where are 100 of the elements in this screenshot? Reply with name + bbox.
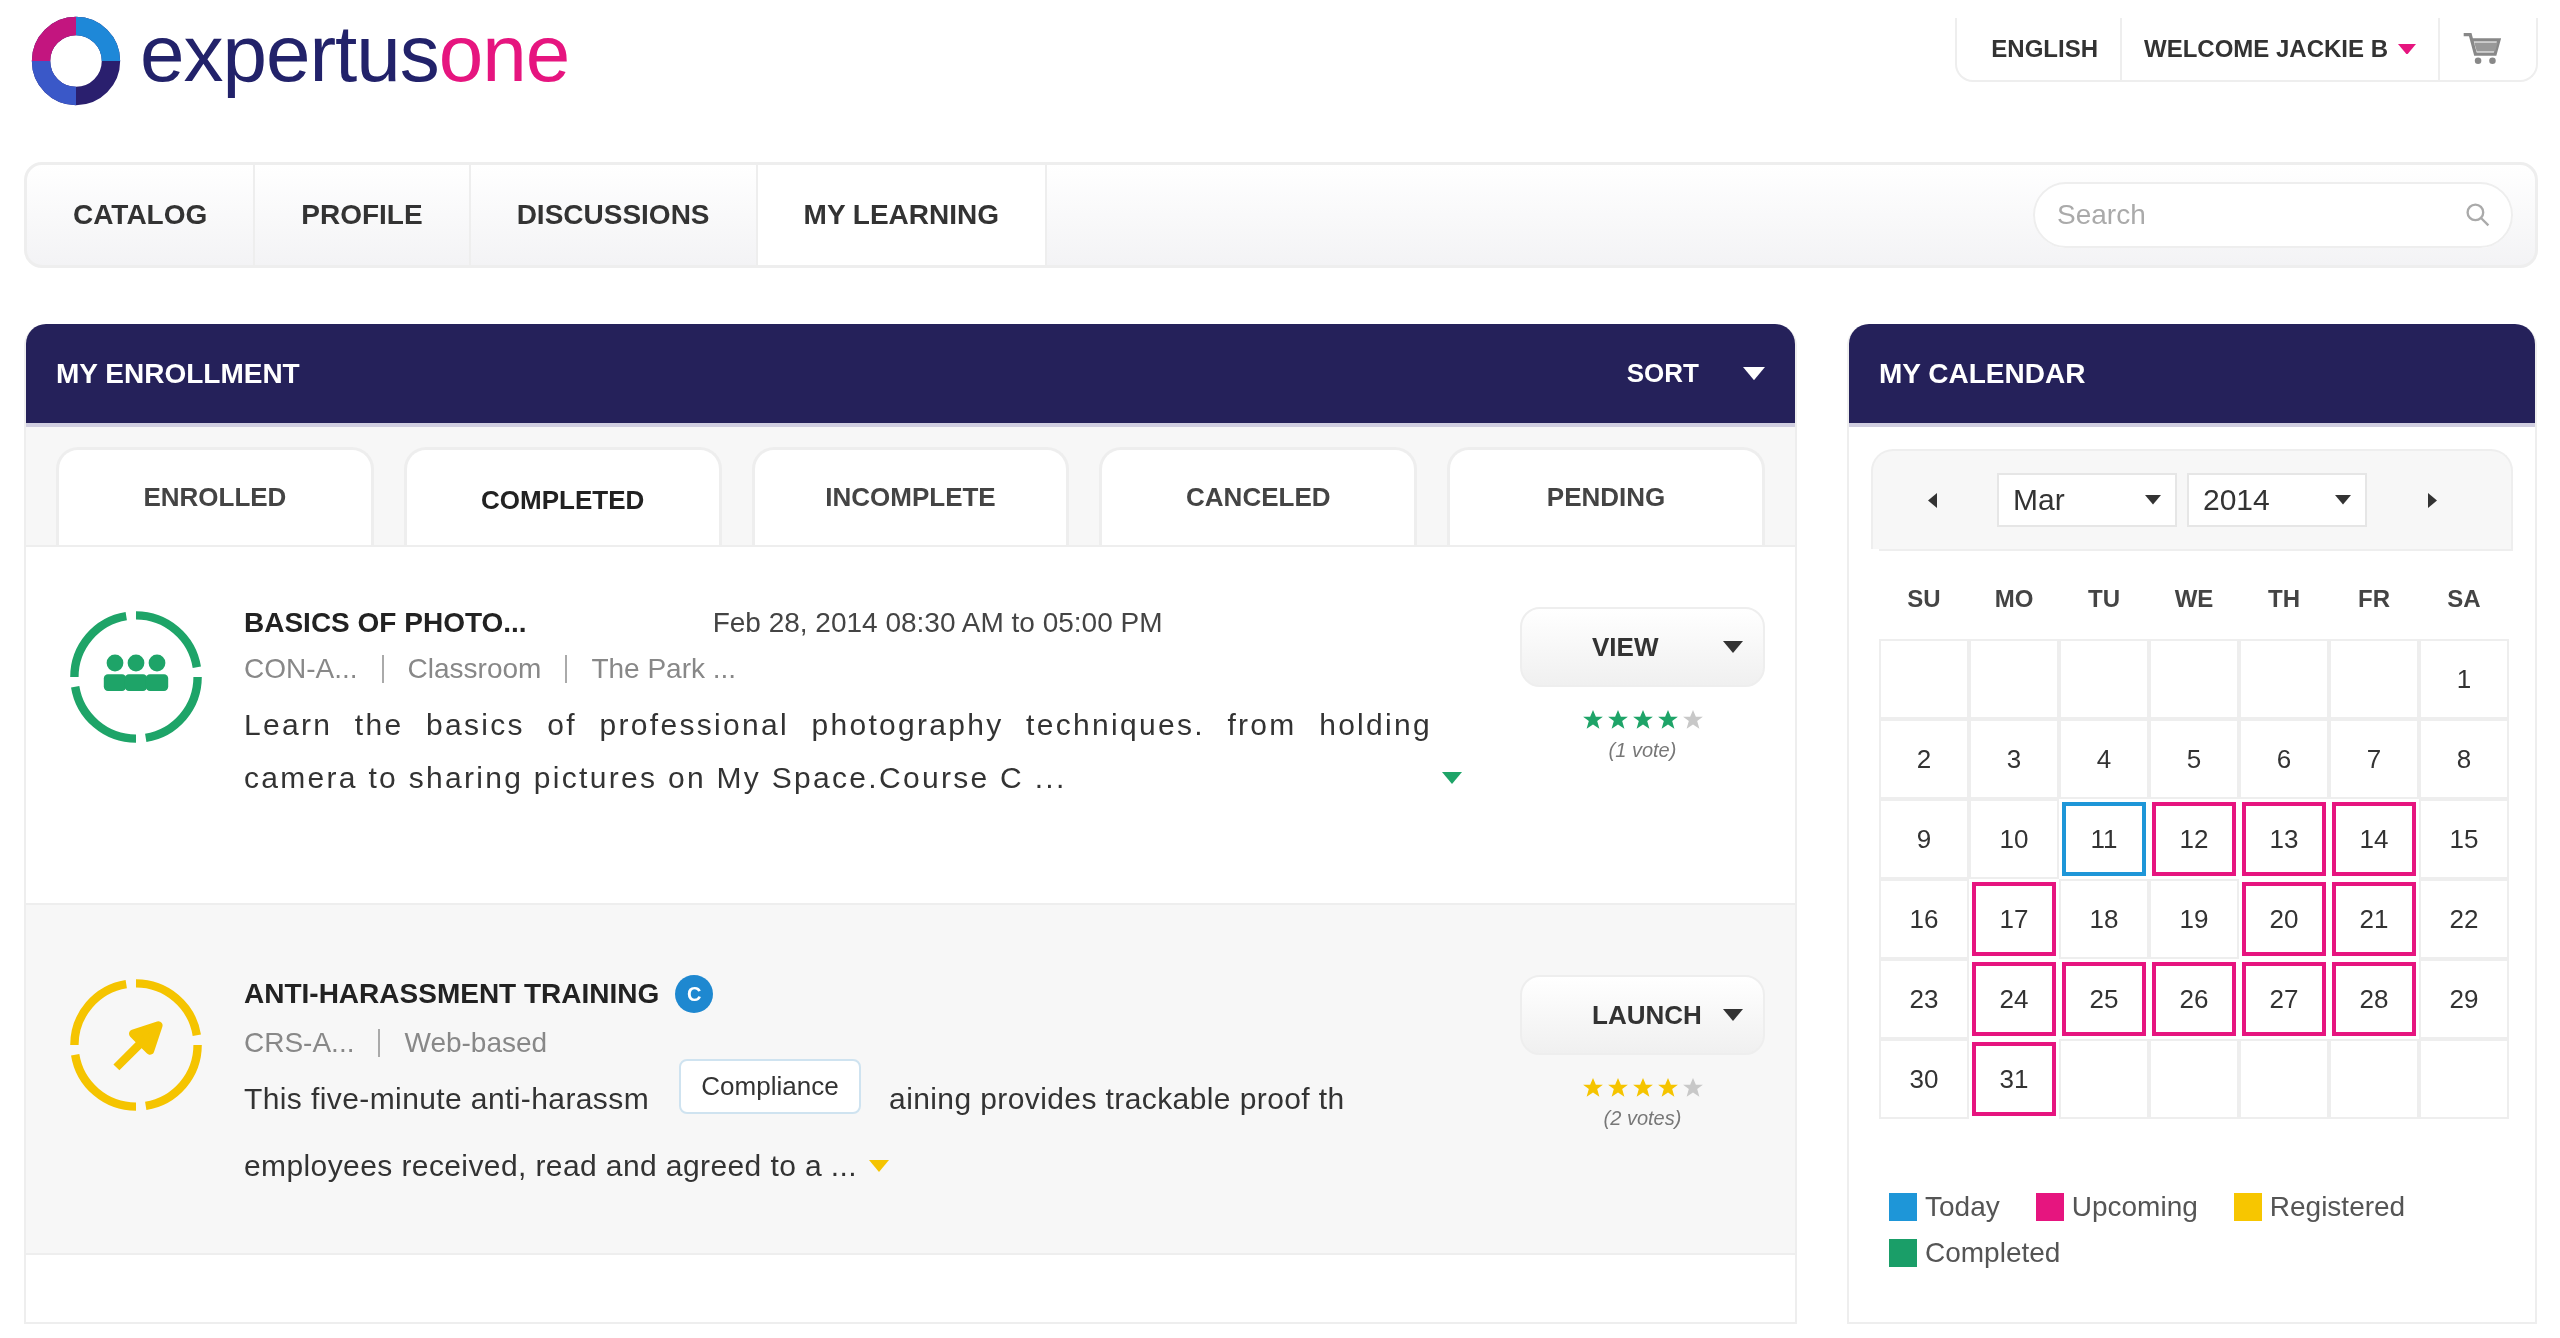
weekday-label: SA xyxy=(2446,584,2482,614)
star-icon xyxy=(1606,1077,1629,1099)
logo-text: expertusone xyxy=(140,14,570,100)
calendar-day[interactable]: 26 xyxy=(2152,962,2236,1036)
calendar-day[interactable]: 18 xyxy=(2059,879,2149,959)
calendar-day[interactable]: 24 xyxy=(1972,962,2056,1036)
expand-icon xyxy=(869,1159,889,1172)
left-arrow-icon xyxy=(1927,492,1937,508)
calendar-day[interactable]: 27 xyxy=(2242,962,2326,1036)
language-link[interactable]: ENGLISH xyxy=(1969,18,2120,80)
weekday-label: MO xyxy=(1993,584,2035,614)
sort-button[interactable]: SORT xyxy=(1626,358,1765,389)
caret-icon xyxy=(2398,43,2416,55)
calendar-day[interactable]: 2 xyxy=(1879,719,1969,799)
calendar-day[interactable]: 20 xyxy=(2242,882,2326,956)
caret-icon xyxy=(1743,366,1765,381)
compliance-badge: C xyxy=(675,975,714,1013)
course-meta: CON-A... xyxy=(244,653,359,685)
course-description: aining provides trackable proof th xyxy=(889,1081,1345,1117)
calendar-day[interactable]: 4 xyxy=(2059,719,2149,799)
month-dropdown[interactable]: Mar xyxy=(1997,473,2177,527)
calendar-day[interactable]: 6 xyxy=(2239,719,2329,799)
nav-tab[interactable]: PROFILE xyxy=(255,165,471,265)
caret-icon xyxy=(2145,495,2161,505)
star-icon xyxy=(1681,1077,1704,1099)
course-meta: The Park ... xyxy=(565,655,761,683)
course-description: Learn the basics of professional photography techniques. from holding camera to sharing pictures on My Space.Course C ... xyxy=(244,707,1432,796)
legend-label: Today xyxy=(1925,1191,2000,1223)
course-title[interactable]: ANTI-HARASSMENT TRAINING xyxy=(244,978,660,1010)
star-icon xyxy=(1656,1077,1679,1099)
calendar-day[interactable]: 21 xyxy=(2332,882,2416,956)
calendar-day[interactable]: 25 xyxy=(2062,962,2146,1036)
weekday-label: TH xyxy=(2267,584,2301,614)
star-icon xyxy=(1581,709,1604,731)
user-menu[interactable]: WELCOME JACKIE B xyxy=(2120,18,2438,80)
star-icon xyxy=(1656,709,1679,731)
course-meta: CRS-A... xyxy=(244,1027,356,1059)
legend-label: Completed xyxy=(1925,1237,2061,1269)
caret-icon xyxy=(1723,641,1743,653)
panel-title: MY ENROLLMENT xyxy=(56,357,300,390)
logo-icon xyxy=(30,15,122,107)
status-tab[interactable]: COMPLETED xyxy=(403,447,722,545)
calendar-day[interactable]: 16 xyxy=(1879,879,1969,959)
vote-count: (2 votes) xyxy=(1603,1107,1682,1130)
status-tab[interactable]: ENROLLED xyxy=(56,447,374,545)
legend-label: Upcoming xyxy=(2071,1191,2198,1223)
calendar-day[interactable]: 17 xyxy=(1972,882,2056,956)
course-meta: Web-based xyxy=(378,1029,572,1057)
calendar-day[interactable]: 10 xyxy=(1969,799,2059,879)
action-button[interactable]: LAUNCH xyxy=(1520,975,1765,1055)
course-title[interactable]: BASICS OF PHOTO... xyxy=(244,607,527,639)
caret-icon xyxy=(1723,1009,1743,1021)
year-dropdown[interactable]: 2014 xyxy=(2187,473,2367,527)
calendar-day[interactable]: 3 xyxy=(1969,719,2059,799)
course-meta: Classroom xyxy=(381,655,566,683)
calendar-day[interactable]: 5 xyxy=(2149,719,2239,799)
weekday-label: TU xyxy=(2087,584,2121,614)
star-icon xyxy=(1631,709,1654,731)
search-field[interactable]: Search xyxy=(2033,182,2513,248)
calendar-day[interactable]: 22 xyxy=(2419,879,2509,959)
nav-tab[interactable]: CATALOG xyxy=(27,165,256,265)
calendar-day[interactable]: 12 xyxy=(2152,802,2236,876)
panel-title: MY CALENDAR xyxy=(1879,357,2086,390)
calendar-day[interactable]: 23 xyxy=(1879,959,1969,1039)
tooltip: Compliance xyxy=(679,1059,861,1114)
expand-icon xyxy=(1442,772,1462,784)
status-tab[interactable]: CANCELED xyxy=(1099,447,1418,545)
cart-icon xyxy=(2462,32,2502,66)
nav-tab[interactable]: MY LEARNING xyxy=(757,165,1048,265)
status-tab[interactable]: PENDING xyxy=(1447,447,1765,545)
calendar-day[interactable]: 31 xyxy=(1972,1042,2056,1116)
star-icon xyxy=(1606,709,1629,731)
action-button[interactable]: VIEW xyxy=(1520,607,1765,687)
right-arrow-icon xyxy=(2427,492,2437,508)
calendar-day[interactable]: 1 xyxy=(2419,639,2509,719)
calendar-day[interactable]: 30 xyxy=(1879,1039,1969,1119)
star-icon xyxy=(1581,1077,1604,1099)
calendar-day[interactable]: 13 xyxy=(2242,802,2326,876)
search-icon xyxy=(2465,202,2491,228)
course-description: This five-minute anti-harassm xyxy=(244,1081,650,1117)
course-description: employees received, read and agreed to a ... xyxy=(244,1147,857,1184)
weekday-label: FR xyxy=(2357,584,2391,614)
calendar-day[interactable]: 14 xyxy=(2332,802,2416,876)
calendar-day[interactable]: 9 xyxy=(1879,799,1969,879)
calendar-day[interactable]: 15 xyxy=(2419,799,2509,879)
weekday-label: SU xyxy=(1906,584,1942,614)
legend-label: Registered xyxy=(2269,1191,2406,1223)
caret-icon xyxy=(2335,495,2351,505)
calendar-day[interactable]: 29 xyxy=(2419,959,2509,1039)
status-tab[interactable]: INCOMPLETE xyxy=(751,447,1070,545)
calendar-day[interactable]: 28 xyxy=(2332,962,2416,1036)
weekday-label: WE xyxy=(2173,584,2215,614)
calendar-day[interactable]: 7 xyxy=(2329,719,2419,799)
calendar-day[interactable]: 19 xyxy=(2149,879,2239,959)
course-date: Feb 28, 2014 08:30 AM to 05:00 PM xyxy=(712,607,1163,639)
calendar-day[interactable]: 8 xyxy=(2419,719,2509,799)
star-icon xyxy=(1631,1077,1654,1099)
vote-count: (1 vote) xyxy=(1608,739,1677,762)
calendar-day[interactable]: 11 xyxy=(2062,802,2146,876)
star-icon xyxy=(1681,709,1704,731)
